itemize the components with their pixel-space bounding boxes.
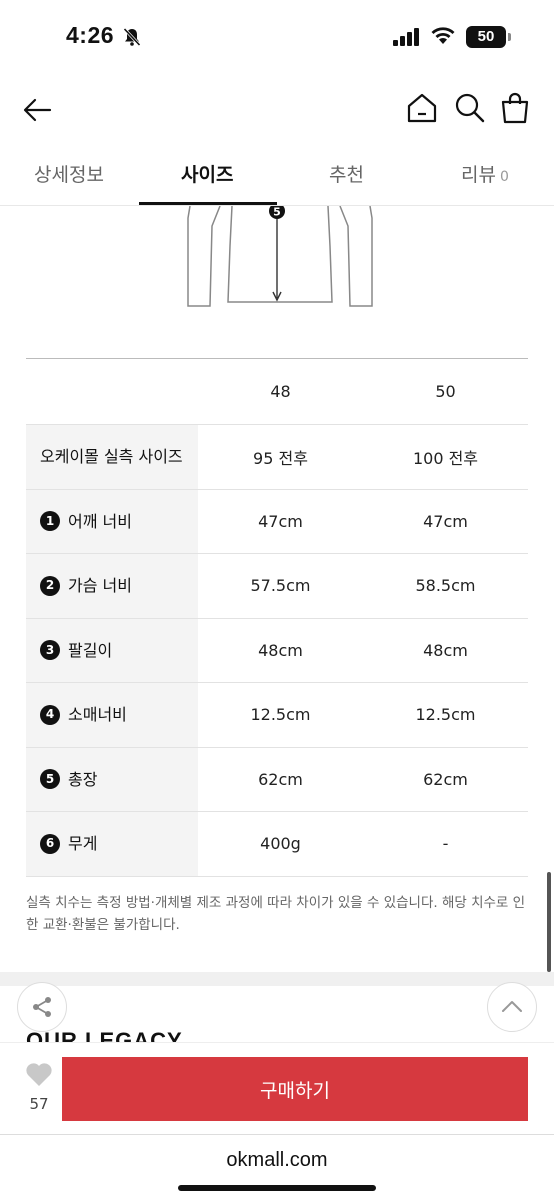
tab-size[interactable]: 사이즈 (181, 160, 233, 187)
diagram-marker: 5 (273, 206, 281, 219)
row-label: 3 팔길이 (26, 618, 198, 682)
number-badge: 3 (40, 640, 60, 661)
tab-details[interactable]: 상세정보 (34, 160, 104, 187)
status-bar: 4:26 50 (0, 0, 554, 76)
number-badge: 4 (40, 704, 60, 725)
row-label: 1 어깨 너비 (26, 489, 198, 553)
number-badge: 5 (40, 769, 60, 790)
measurement-disclaimer: 실측 치수는 측정 방법·개체별 제조 과정에 따라 차이가 있을 수 있습니다… (26, 895, 526, 933)
status-time: 4:26 (66, 22, 115, 48)
table-cell: 48cm (258, 640, 303, 660)
header-empty-cell (26, 359, 198, 424)
table-row: 오케이몰 실측 사이즈 95 전후 100 전후 (26, 425, 528, 490)
table-row: 4 소매너비 12.5cm 12.5cm (26, 683, 528, 748)
home-indicator (178, 1185, 376, 1191)
table-cell: 95 전후 (253, 448, 308, 468)
section-divider (0, 972, 554, 986)
size-header-row: 48 50 (26, 359, 528, 425)
row-label: 6 무게 (26, 812, 198, 876)
signal-icon (393, 28, 419, 46)
wifi-icon (431, 27, 455, 44)
bell-muted-icon (123, 27, 141, 47)
shopping-bag-icon[interactable] (500, 92, 530, 124)
search-icon[interactable] (454, 92, 486, 124)
back-arrow-icon[interactable] (22, 94, 54, 126)
buy-button[interactable]: 구매하기 (62, 1057, 528, 1121)
table-row: 5 총장 62cm 62cm (26, 747, 528, 812)
size-header: 50 (435, 382, 456, 401)
table-cell: 62cm (423, 769, 468, 789)
table-cell: 48cm (423, 640, 468, 660)
share-icon (33, 997, 51, 1017)
review-count: 0 (499, 169, 509, 185)
number-badge: 6 (40, 833, 60, 854)
number-badge: 1 (40, 511, 60, 532)
table-cell: - (442, 834, 449, 854)
page-scrollbar[interactable] (547, 872, 551, 972)
table-row: 1 어깨 너비 47cm 47cm (26, 489, 528, 554)
garment-measurement-diagram: 5 (187, 206, 373, 307)
home-icon[interactable] (406, 92, 438, 124)
share-button[interactable] (17, 982, 67, 1032)
chevron-up-icon (502, 1001, 522, 1012)
table-row: 3 팔길이 48cm 48cm (26, 618, 528, 683)
table-cell: 12.5cm (415, 705, 476, 725)
number-badge: 2 (40, 575, 60, 596)
battery-indicator: 50 (466, 26, 511, 48)
like-button[interactable]: 57 (18, 1061, 60, 1113)
row-label: 오케이몰 실측 사이즈 (26, 425, 198, 489)
row-label: 5 총장 (26, 747, 198, 811)
top-navigation (0, 80, 554, 140)
table-cell: 62cm (258, 769, 303, 789)
browser-url-bar: okmall.com (0, 1134, 554, 1200)
active-tab-indicator (139, 202, 277, 205)
table-cell: 57.5cm (250, 576, 311, 596)
table-cell: 400g (260, 834, 301, 854)
scroll-top-button[interactable] (487, 982, 537, 1032)
purchase-bar: 57 구매하기 (0, 1042, 554, 1134)
url-text[interactable]: okmall.com (0, 1149, 554, 1172)
table-cell: 47cm (423, 511, 468, 531)
table-row: 6 무게 400g - (26, 812, 528, 877)
table-cell: 58.5cm (415, 576, 476, 596)
heart-icon (26, 1063, 52, 1086)
size-header: 48 (270, 382, 291, 401)
product-tabs: 상세정보 사이즈 추천 리뷰 0 (0, 146, 554, 206)
table-cell: 100 전후 (412, 448, 479, 468)
table-row: 2 가슴 너비 57.5cm 58.5cm (26, 554, 528, 619)
tab-reviews[interactable]: 리뷰 0 (461, 160, 509, 187)
tab-recommend[interactable]: 추천 (329, 160, 364, 187)
table-cell: 47cm (258, 511, 303, 531)
row-label: 4 소매너비 (26, 683, 198, 747)
table-cell: 12.5cm (250, 705, 311, 725)
size-table: 48 50 오케이몰 실측 사이즈 95 전후 100 전후 1 어깨 너비 47… (26, 358, 528, 877)
like-count: 57 (29, 1095, 49, 1113)
row-label: 2 가슴 너비 (26, 554, 198, 618)
